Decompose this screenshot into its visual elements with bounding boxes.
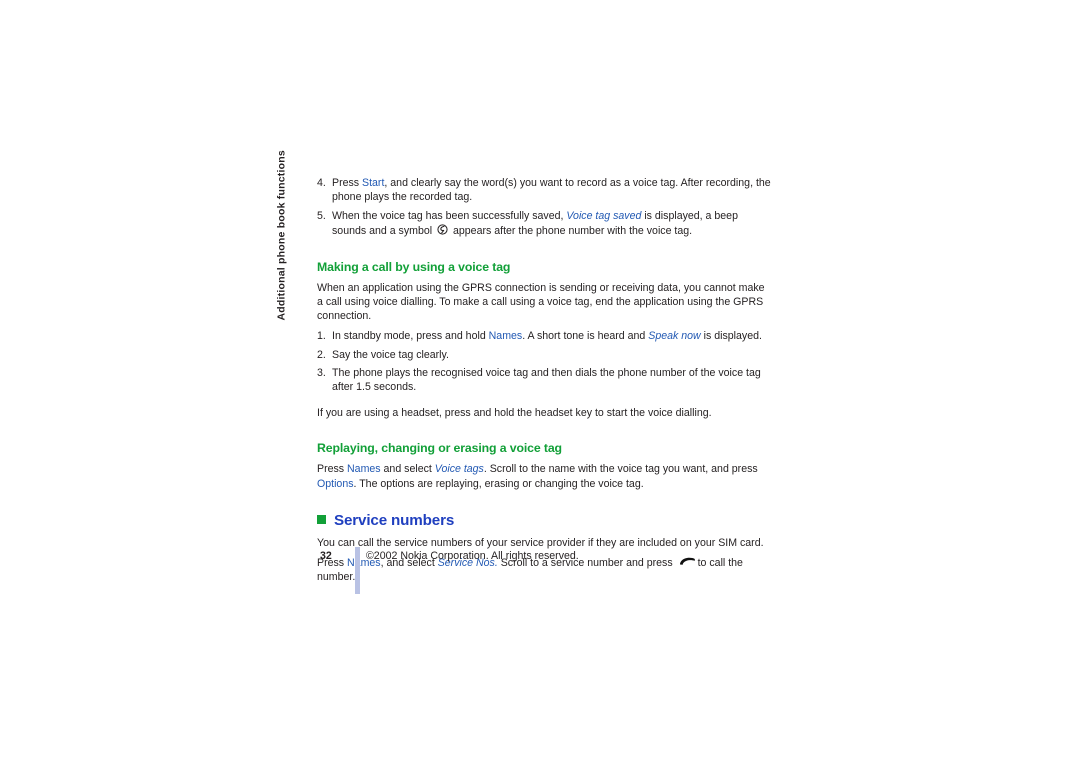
text-run: . Scroll to the name with the voice tag … (483, 463, 758, 476)
numbered-step-list: 1. In standby mode, press and hold Names… (317, 329, 772, 394)
list-item-number: 3. (317, 366, 326, 379)
text-run: appears after the phone number with the … (450, 224, 693, 237)
running-head-label: Additional phone book functions (275, 149, 288, 320)
list-item-number: 4. (317, 177, 326, 189)
list-item-text: When the voice tag has been successfully… (332, 210, 738, 236)
list-item-text: The phone plays the recognised voice tag… (332, 367, 761, 393)
display-message-term: Speak now (648, 330, 701, 343)
section-making-a-call: Making a call by using a voice tag When … (317, 260, 772, 421)
text-run: Say the voice tag clearly. (332, 348, 449, 361)
ui-term: Options (317, 477, 354, 490)
text-run: The phone plays the recognised voice tag… (332, 366, 761, 394)
list-item: 5. When the voice tag has been successfu… (317, 209, 772, 237)
running-head: Additional phone book functions (276, 150, 301, 320)
list-item: 4. Press Start, and clearly say the word… (317, 176, 772, 204)
ui-term: Names (347, 463, 381, 476)
list-item: 1. In standby mode, press and hold Names… (317, 329, 772, 343)
display-message-term: Voice tag saved (566, 210, 642, 223)
ui-term: Start (362, 177, 385, 189)
list-item-text: In standby mode, press and hold Names. A… (332, 330, 762, 342)
text-run: , and clearly say the word(s) you want t… (332, 177, 771, 204)
list-item-number: 5. (317, 210, 326, 223)
continued-step-list: 4. Press Start, and clearly say the word… (317, 176, 772, 238)
display-message-term: Voice tags (434, 463, 484, 476)
chapter-heading-row: Service numbers (317, 512, 772, 530)
text-run: When the voice tag has been successfully… (332, 210, 567, 223)
page-footer: 32 ©2002 Nokia Corporation. All rights r… (320, 547, 780, 609)
list-item-text: Say the voice tag clearly. (332, 349, 449, 361)
section-replaying: Replaying, changing or erasing a voice t… (317, 441, 772, 490)
list-item-number: 2. (317, 348, 326, 361)
section-intro-paragraph: When an application using the GPRS conne… (317, 281, 765, 323)
copyright-notice: ©2002 Nokia Corporation. All rights rese… (366, 550, 579, 562)
page-content: 4. Press Start, and clearly say the word… (317, 176, 772, 584)
text-run: Press (317, 463, 348, 476)
document-page: Additional phone book functions 4. Press… (0, 0, 1080, 763)
chapter-heading: Service numbers (334, 511, 455, 529)
section-intro-paragraph: You can call the service numbers of your… (317, 536, 764, 549)
list-item: 3. The phone plays the recognised voice … (317, 366, 772, 394)
list-item: 2. Say the voice tag clearly. (317, 348, 772, 362)
footer-rule-divider (355, 547, 360, 594)
square-bullet-icon (317, 514, 326, 524)
text-run: . The options are replaying, erasing or … (353, 477, 644, 490)
ui-term: Names (488, 330, 523, 343)
section-body-paragraph: Press Names and select Voice tags. Scrol… (317, 462, 772, 490)
text-run: In standby mode, press and hold (332, 330, 489, 343)
section-note-paragraph: If you are using a headset, press and ho… (317, 407, 712, 420)
text-run: Press (332, 177, 363, 189)
page-number: 32 (320, 550, 332, 562)
section-heading: Making a call by using a voice tag (317, 259, 511, 274)
list-item-text: Press Start, and clearly say the word(s)… (332, 177, 771, 203)
text-run: is displayed. (700, 330, 762, 343)
list-item-number: 1. (317, 330, 326, 343)
section-heading: Replaying, changing or erasing a voice t… (317, 441, 562, 456)
voice-tag-icon (437, 224, 448, 235)
text-run: . A short tone is heard and (522, 330, 649, 343)
text-run: and select (380, 463, 435, 476)
